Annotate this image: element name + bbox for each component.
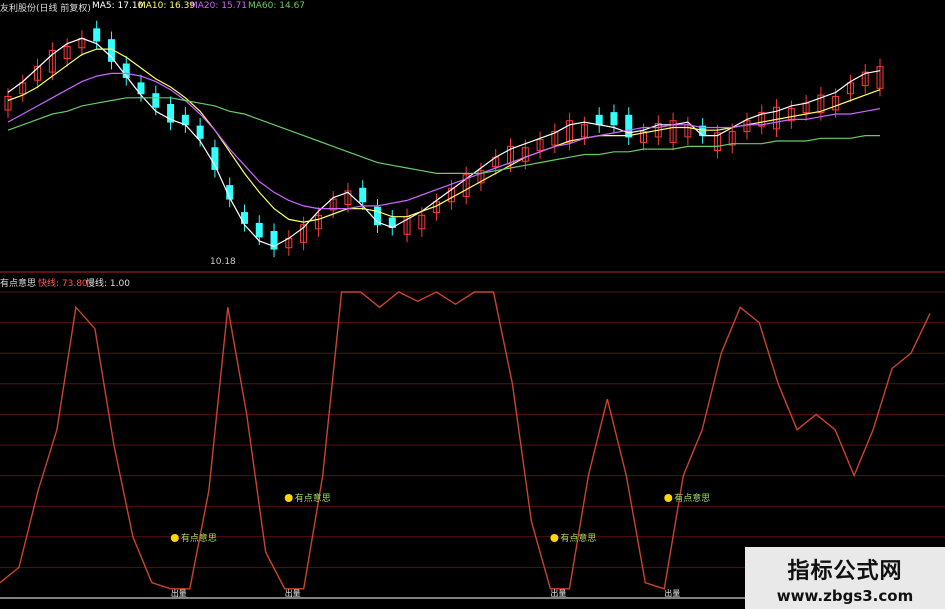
watermark: 指标公式网 www.zbgs3.com xyxy=(745,547,945,609)
bottom-marker-label: 出量 xyxy=(664,588,680,598)
ma-line-ma10 xyxy=(7,48,881,223)
chart-canvas: 有点意思出量 有点意思出量 有点意思出量 有点意思出量 10.18 xyxy=(0,20,945,599)
signal-label: 有点意思 xyxy=(560,532,596,544)
oscillator-title: 有点意思 xyxy=(0,279,37,289)
candle-body xyxy=(181,114,189,126)
fast-line-readout: 快线: 73.80 xyxy=(38,279,88,289)
candle-body xyxy=(359,187,367,203)
candle-body xyxy=(152,93,160,108)
price-panel-title: 友利股份(日线 前复权) xyxy=(0,4,91,14)
signal-label: 有点意思 xyxy=(674,492,710,504)
low-price-label: 10.18 xyxy=(210,257,236,267)
bottom-marker-label: 出量 xyxy=(171,588,187,598)
moving-average-lines xyxy=(7,37,881,248)
slow-line-readout: 慢线: 1.00 xyxy=(86,279,130,289)
ma-line-ma5 xyxy=(7,37,881,248)
ma60-readout: MA60: 14.67 xyxy=(248,1,306,11)
candle-body xyxy=(610,112,618,126)
candlesticks xyxy=(4,20,884,258)
signal-label: 有点意思 xyxy=(295,492,331,504)
candle-body xyxy=(93,28,101,42)
candle-body xyxy=(625,114,633,138)
signal-dot xyxy=(170,534,179,542)
candle-body xyxy=(595,114,603,126)
ma5-readout: MA5: 17.10 xyxy=(92,1,144,11)
bottom-marker-label: 出量 xyxy=(285,588,301,598)
watermark-url: www.zbgs3.com xyxy=(776,587,914,605)
watermark-title: 指标公式网 xyxy=(787,559,903,584)
signal-dot xyxy=(284,494,293,502)
ma10-readout: MA10: 16.39 xyxy=(138,1,196,11)
signal-dot xyxy=(550,534,559,542)
ma20-readout: MA20: 15.71 xyxy=(190,1,248,11)
bottom-marker-label: 出量 xyxy=(550,588,566,598)
signal-label: 有点意思 xyxy=(181,532,217,544)
candle-body xyxy=(255,222,263,238)
candle-body xyxy=(196,125,204,139)
signal-dot xyxy=(664,494,673,502)
ma-line-ma60 xyxy=(7,97,880,174)
signal-labels: 有点意思出量 有点意思出量 有点意思出量 有点意思出量 xyxy=(170,492,710,598)
oscillator-fast-line xyxy=(0,291,931,590)
